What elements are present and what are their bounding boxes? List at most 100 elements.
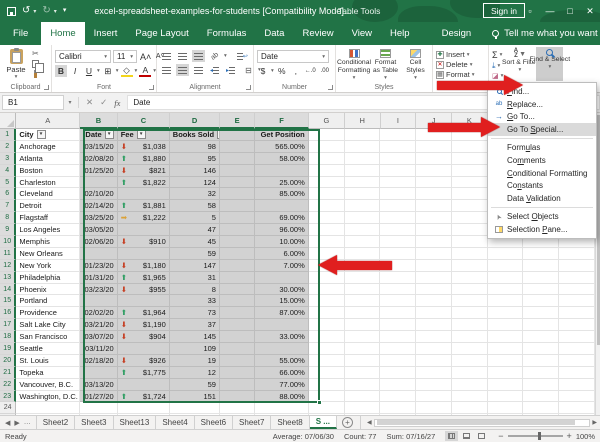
align-right-icon[interactable] [192, 64, 205, 76]
cell-date[interactable]: 03/13/20 [80, 379, 118, 391]
cell-i[interactable] [380, 343, 416, 355]
cell-l[interactable] [488, 343, 524, 355]
row-header-1[interactable]: 1 [0, 129, 16, 141]
cell-e[interactable] [220, 165, 255, 177]
column-header-e[interactable]: E [220, 113, 255, 129]
save-icon[interactable] [7, 7, 16, 16]
cell-fee[interactable]: ⬆$1,881 [118, 200, 170, 212]
underline-button[interactable]: U [83, 65, 95, 77]
cell-city[interactable]: Washington, D.C. [16, 391, 80, 403]
cell-n[interactable] [559, 414, 595, 415]
cell-j[interactable] [416, 402, 452, 414]
scroll-right-icon[interactable]: ▶ [592, 419, 597, 426]
cell-l[interactable] [488, 414, 524, 415]
cell-styles-button[interactable]: Cell Styles▾ [402, 47, 429, 81]
cell-g[interactable] [309, 331, 345, 343]
cell-g[interactable] [309, 355, 345, 367]
cell-j[interactable] [416, 188, 452, 200]
cell-e[interactable] [220, 153, 255, 165]
cell-h[interactable] [345, 391, 381, 403]
cell-i[interactable] [380, 402, 416, 414]
cell-position[interactable]: 96.00% [255, 224, 309, 236]
cell-m[interactable] [523, 260, 559, 272]
tab-data[interactable]: Data [255, 22, 293, 45]
sign-in-button[interactable]: Sign in [483, 3, 525, 18]
row-header-19[interactable]: 19 [0, 343, 16, 355]
insert-cells-button[interactable]: ✚Insert▾ [436, 50, 475, 59]
cell-m[interactable] [523, 343, 559, 355]
cell-h[interactable] [345, 284, 381, 296]
cell-date[interactable]: 01/23/20 [80, 260, 118, 272]
font-name-combo[interactable]: Calibri▾ [55, 50, 111, 63]
sheet-tab-active[interactable]: S ... [310, 416, 337, 429]
cell-j[interactable] [416, 153, 452, 165]
align-middle-icon[interactable] [176, 50, 189, 62]
cell-j[interactable] [416, 307, 452, 319]
cell-h[interactable] [345, 331, 381, 343]
menu-item-comments[interactable]: Comments [488, 154, 596, 167]
cell-m[interactable] [523, 295, 559, 307]
cell-date[interactable]: 01/25/20 [80, 165, 118, 177]
cell-k[interactable] [452, 224, 488, 236]
cell-k[interactable] [452, 414, 488, 415]
conditional-formatting-button[interactable]: Conditional Formatting▾ [339, 47, 369, 81]
decrease-decimal-icon[interactable]: .00 [319, 65, 331, 77]
borders-icon[interactable]: ⊞ [102, 65, 114, 77]
row-header-11[interactable]: 11 [0, 248, 16, 260]
cell-i[interactable] [380, 367, 416, 379]
row-header-13[interactable]: 13 [0, 272, 16, 284]
row-header-4[interactable]: 4 [0, 165, 16, 177]
cell-k[interactable] [452, 141, 488, 153]
cell-date[interactable] [80, 367, 118, 379]
column-header-c[interactable]: C [118, 113, 170, 129]
zoom-in-icon[interactable]: + [567, 431, 572, 441]
cell-e[interactable] [220, 307, 255, 319]
zoom-slider-thumb[interactable] [538, 432, 541, 440]
cell-h[interactable] [345, 236, 381, 248]
delete-cells-button[interactable]: ✕Delete▾ [436, 60, 475, 69]
cell-i[interactable] [380, 414, 416, 415]
cell-i[interactable] [380, 355, 416, 367]
menu-item-constants[interactable]: Constants [488, 180, 596, 193]
menu-item-formulas[interactable]: Formulas [488, 141, 596, 154]
filter-dropdown-icon[interactable]: ▾ [137, 130, 146, 139]
cell-h[interactable] [345, 129, 381, 141]
cell-city[interactable]: Los Angeles [16, 224, 80, 236]
cell-j[interactable] [416, 236, 452, 248]
cell-city[interactable]: Vancouver, B.C. [16, 379, 80, 391]
header-cell-get-position[interactable]: Get Position [255, 129, 309, 141]
cell-position[interactable]: 7.00% [255, 260, 309, 272]
row-header-9[interactable]: 9 [0, 224, 16, 236]
cell-date[interactable]: 03/25/20 [80, 212, 118, 224]
cell-k[interactable] [452, 343, 488, 355]
cell-position[interactable]: 87.00% [255, 307, 309, 319]
header-cell-date[interactable]: Date▾ [80, 129, 118, 141]
cell-city[interactable]: Cleveland [16, 188, 80, 200]
cell-k[interactable] [452, 379, 488, 391]
cell-g[interactable] [309, 414, 345, 415]
row-header-5[interactable]: 5 [0, 177, 16, 189]
cell-k[interactable] [452, 295, 488, 307]
font-size-combo[interactable]: 11▾ [113, 50, 137, 63]
cell-i[interactable] [380, 307, 416, 319]
cell-k[interactable] [452, 402, 488, 414]
cell-j[interactable] [416, 177, 452, 189]
tab-formulas[interactable]: Formulas [198, 22, 256, 45]
cell-books-sold[interactable]: 98 [170, 141, 220, 153]
cell-position[interactable]: 88.00% [255, 391, 309, 403]
underline-caret-icon[interactable]: ▾ [97, 68, 100, 74]
percent-style-icon[interactable]: % [276, 65, 288, 77]
cell-books-sold[interactable]: 45 [170, 236, 220, 248]
cell-city[interactable]: Atlanta [16, 153, 80, 165]
cell-city[interactable]: Phoenix [16, 284, 80, 296]
tab-home[interactable]: Home [41, 22, 84, 45]
cell-j[interactable] [416, 165, 452, 177]
cell-g[interactable] [309, 129, 345, 141]
cell-j[interactable] [416, 367, 452, 379]
cell-e[interactable] [220, 129, 255, 141]
cell-e[interactable] [220, 212, 255, 224]
cell-h[interactable] [345, 200, 381, 212]
cell-fee[interactable]: ⬇$1,190 [118, 319, 170, 331]
cut-icon[interactable]: ✂ [32, 50, 39, 58]
row-header-3[interactable]: 3 [0, 153, 16, 165]
